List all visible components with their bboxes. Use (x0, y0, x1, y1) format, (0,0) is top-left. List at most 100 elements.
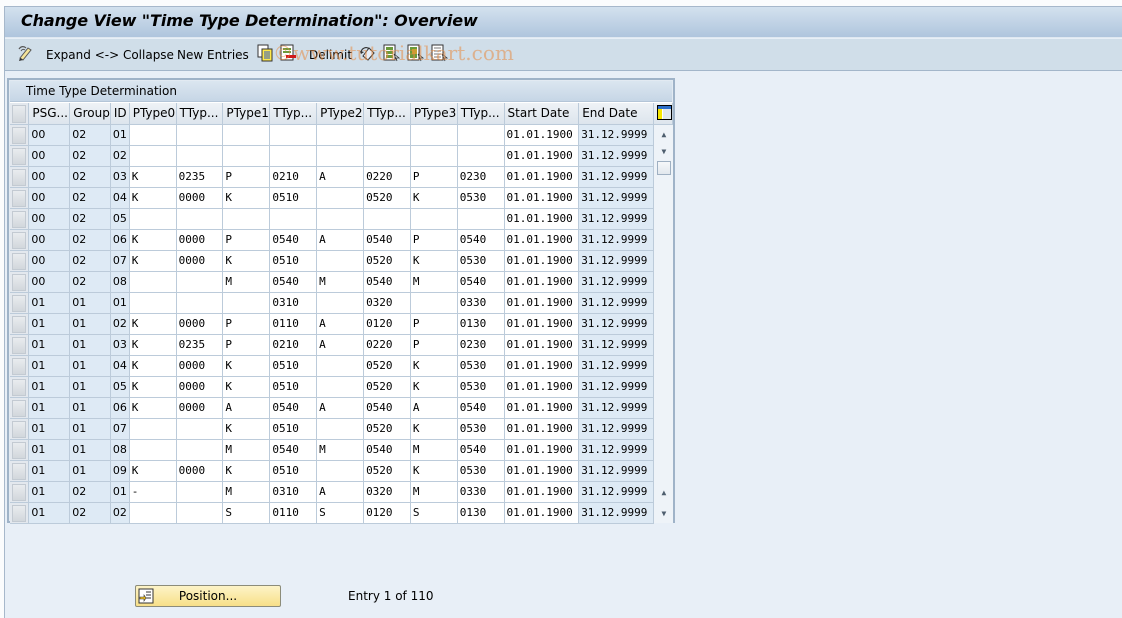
cell-ttype2[interactable] (363, 208, 411, 230)
row-select-button[interactable] (12, 483, 26, 501)
cell-ttype0[interactable]: 0000 (176, 229, 224, 251)
cell-ttype0[interactable]: 0000 (176, 250, 224, 272)
cell-ptype3[interactable] (410, 292, 458, 314)
row-select-button[interactable] (12, 399, 26, 417)
cell-ttype0[interactable] (176, 124, 224, 146)
cell-ttype2[interactable]: 0220 (363, 334, 411, 356)
cell-ttype2[interactable]: 0320 (363, 292, 411, 314)
cell-ptype1[interactable]: S (222, 502, 271, 524)
cell-ttype1[interactable]: 0540 (269, 439, 318, 461)
cell-ttype3[interactable]: 0330 (457, 292, 505, 314)
copy-as-icon[interactable] (256, 44, 274, 62)
cell-ttype0[interactable]: 0000 (176, 313, 224, 335)
cell-end-date[interactable]: 31.12.9999 (578, 124, 654, 146)
cell-ttype1[interactable]: 0540 (269, 397, 318, 419)
row-select-button[interactable] (12, 294, 26, 312)
cell-ttype1[interactable]: 0210 (269, 166, 318, 188)
cell-ttype2[interactable]: 0520 (363, 376, 411, 398)
scroll-down-icon[interactable]: ▼ (657, 506, 671, 521)
cell-end-date[interactable]: 31.12.9999 (578, 271, 654, 293)
cell-ptype3[interactable]: K (410, 187, 458, 209)
cell-ptype3[interactable]: S (410, 502, 458, 524)
row-select-button[interactable] (12, 126, 26, 144)
cell-ttype2[interactable]: 0120 (363, 313, 411, 335)
cell-ttype1[interactable]: 0110 (269, 313, 318, 335)
row-select-button[interactable] (12, 315, 26, 333)
cell-ptype2[interactable] (316, 208, 365, 230)
cell-end-date[interactable]: 31.12.9999 (578, 250, 654, 272)
cell-ptype3[interactable]: M (410, 439, 458, 461)
cell-ttype0[interactable]: 0000 (176, 397, 224, 419)
cell-end-date[interactable]: 31.12.9999 (578, 166, 654, 188)
cell-ptype0[interactable] (129, 208, 177, 230)
cell-ttype1[interactable]: 0510 (269, 376, 318, 398)
cell-ttype2[interactable]: 0540 (363, 271, 411, 293)
row-selector[interactable] (10, 145, 30, 167)
cell-ptype0[interactable] (129, 502, 177, 524)
cell-ptype3[interactable]: K (410, 418, 458, 440)
cell-ptype1[interactable]: P (222, 334, 271, 356)
cell-ptype3[interactable]: K (410, 460, 458, 482)
cell-ttype1[interactable]: 0310 (269, 481, 318, 503)
cell-ptype2[interactable] (316, 292, 365, 314)
row-selector[interactable] (10, 124, 30, 146)
cell-end-date[interactable]: 31.12.9999 (578, 481, 654, 503)
position-button[interactable]: Position... (135, 585, 281, 607)
cell-ttype0[interactable] (176, 208, 224, 230)
cell-ptype2[interactable]: A (316, 313, 365, 335)
column-header-ttype3[interactable]: TTyp... (457, 103, 505, 125)
cell-ptype2[interactable] (316, 355, 365, 377)
cell-ttype1[interactable]: 0540 (269, 229, 318, 251)
cell-ttype2[interactable]: 0540 (363, 397, 411, 419)
column-header-ttype0[interactable]: TTyp... (176, 103, 224, 125)
cell-ttype1[interactable] (269, 208, 318, 230)
row-select-button[interactable] (12, 231, 26, 249)
cell-ptype0[interactable]: - (129, 481, 177, 503)
row-selector[interactable] (10, 439, 30, 461)
column-header-ptype3[interactable]: PType3 (410, 103, 458, 125)
cell-ptype0[interactable]: K (129, 355, 177, 377)
cell-end-date[interactable]: 31.12.9999 (578, 460, 654, 482)
cell-ptype0[interactable] (129, 271, 177, 293)
row-selector[interactable] (10, 481, 30, 503)
column-header-id[interactable]: ID (110, 103, 130, 125)
cell-end-date[interactable]: 31.12.9999 (578, 397, 654, 419)
cell-ttype3[interactable]: 0130 (457, 502, 505, 524)
delete-icon[interactable] (279, 44, 297, 62)
cell-ptype3[interactable]: P (410, 229, 458, 251)
scroll-up-icon[interactable]: ▲ (657, 485, 671, 500)
cell-ttype0[interactable]: 0000 (176, 376, 224, 398)
cell-ptype3[interactable]: P (410, 166, 458, 188)
cell-end-date[interactable]: 31.12.9999 (578, 187, 654, 209)
cell-ptype1[interactable]: K (222, 418, 271, 440)
cell-ttype2[interactable] (363, 145, 411, 167)
row-select-button[interactable] (12, 420, 26, 438)
cell-ttype3[interactable]: 0130 (457, 313, 505, 335)
cell-start-date[interactable]: 01.01.1900 (504, 397, 580, 419)
cell-ptype1[interactable]: P (222, 313, 271, 335)
row-selector[interactable] (10, 376, 30, 398)
cell-ptype2[interactable]: A (316, 397, 365, 419)
cell-ttype1[interactable]: 0510 (269, 418, 318, 440)
cell-ptype2[interactable] (316, 376, 365, 398)
cell-ptype0[interactable]: K (129, 229, 177, 251)
cell-ptype3[interactable] (410, 124, 458, 146)
cell-ttype0[interactable]: 0000 (176, 460, 224, 482)
row-selector[interactable] (10, 166, 30, 188)
row-select-button[interactable] (12, 462, 26, 480)
cell-ttype3[interactable]: 0530 (457, 250, 505, 272)
cell-ttype1[interactable]: 0510 (269, 250, 318, 272)
cell-ttype3[interactable] (457, 145, 505, 167)
column-header-psg[interactable]: PSG... (28, 103, 71, 125)
cell-ptype0[interactable] (129, 124, 177, 146)
cell-ptype1[interactable]: M (222, 481, 271, 503)
new-entries-button[interactable]: New Entries (177, 46, 249, 64)
cell-ptype1[interactable]: K (222, 355, 271, 377)
cell-ttype3[interactable]: 0530 (457, 376, 505, 398)
cell-end-date[interactable]: 31.12.9999 (578, 313, 654, 335)
cell-start-date[interactable]: 01.01.1900 (504, 166, 580, 188)
cell-ptype0[interactable]: K (129, 376, 177, 398)
cell-ptype2[interactable] (316, 145, 365, 167)
cell-ptype1[interactable] (222, 124, 271, 146)
cell-ptype1[interactable]: M (222, 271, 271, 293)
